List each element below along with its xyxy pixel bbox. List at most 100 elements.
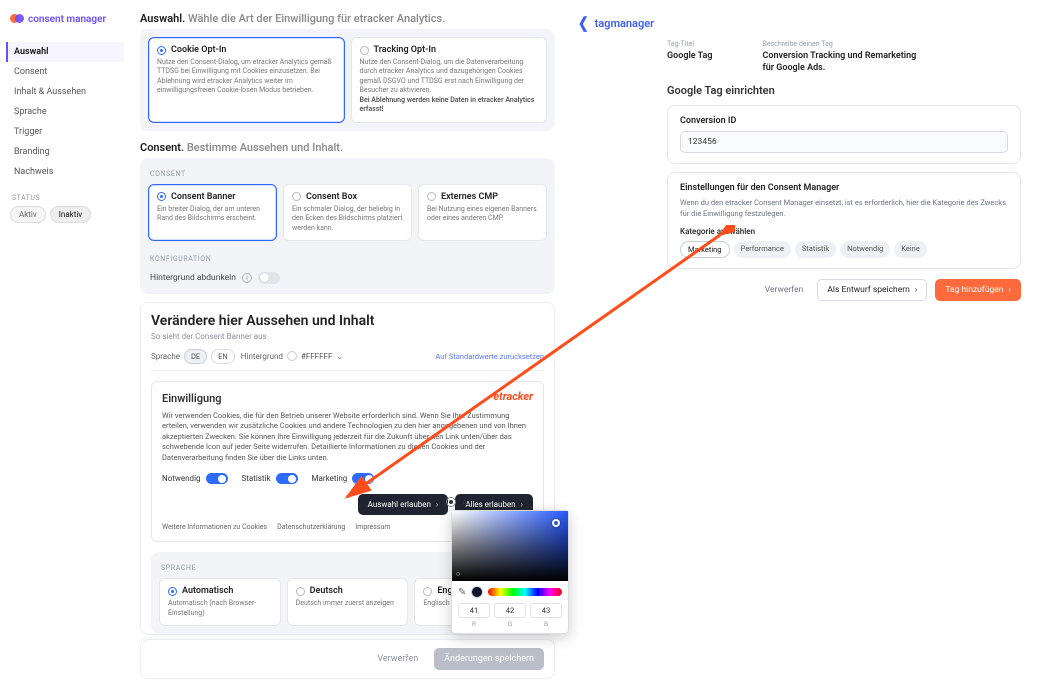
tm-logo-text: tagmanager xyxy=(595,17,655,30)
radio-icon xyxy=(427,192,436,201)
picker-r[interactable]: 41 xyxy=(458,603,490,618)
tg-necessary-label: Notwendig xyxy=(162,474,201,483)
nav-consent[interactable]: Consent xyxy=(6,62,124,82)
reset-link[interactable]: Auf Standardwerte zurücksetzen xyxy=(435,352,544,361)
card-desc: Nutze den Consent-Dialog, um die Datenve… xyxy=(360,58,539,115)
card-title: Deutsch xyxy=(310,586,343,596)
consent-title: Consent. Bestimme Aussehen und Inhalt. xyxy=(140,141,555,154)
banner-title: Einwilligung xyxy=(162,392,533,405)
editor-heading: Verändere hier Aussehen und Inhalt xyxy=(151,313,544,329)
tagmanager-panel: ❮ tagmanager Tag-Titel Google Tag Beschr… xyxy=(567,0,1039,350)
eyedropper-icon[interactable]: ✎ xyxy=(458,587,466,598)
lab-r: R xyxy=(458,620,490,628)
card-external-cmp[interactable]: Externes CMP Bei Nutzung eines eigenen B… xyxy=(418,184,547,241)
picker-b[interactable]: 43 xyxy=(530,603,562,618)
dim-label: Hintergrund abdunkeln xyxy=(150,273,236,283)
card-consent-box[interactable]: Consent Box Ein schmaler Dialog, der bel… xyxy=(283,184,412,241)
status-aktiv[interactable]: Aktiv xyxy=(10,206,46,223)
conversion-id-input[interactable] xyxy=(680,131,1008,153)
radio-icon xyxy=(360,46,369,55)
btn-label: Alles erlauben xyxy=(465,500,515,509)
tm-logo: ❮ tagmanager xyxy=(567,0,1039,40)
tm-save-draft[interactable]: Als Entwurf speichern› xyxy=(817,279,927,301)
tm-add-tag[interactable]: Tag hinzufügen› xyxy=(935,279,1021,301)
lang-de-card[interactable]: Deutsch Deutsch immer zuerst anzeigen xyxy=(287,578,409,626)
card-desc: Ein schmaler Dialog, der beliebig in den… xyxy=(292,205,403,233)
color-picker[interactable]: A ○ ✎ 41 42 43 R G B xyxy=(451,510,569,634)
picker-o-label: ○ xyxy=(456,570,460,578)
tg-marketing[interactable] xyxy=(352,473,374,484)
tg-statistik[interactable] xyxy=(276,473,298,484)
consent-title-sub: Bestimme Aussehen und Inhalt. xyxy=(187,141,343,154)
lab-g: G xyxy=(494,620,526,628)
dim-toggle[interactable] xyxy=(258,272,280,284)
card-tracking-optin[interactable]: Tracking Opt-In Nutze den Consent-Dialog… xyxy=(351,37,548,123)
nav-branding[interactable]: Branding xyxy=(6,142,124,162)
cm-logo-text: consent manager xyxy=(28,14,106,25)
chevron-down-icon[interactable]: ⌄ xyxy=(336,352,343,361)
hue-slider[interactable] xyxy=(488,588,562,596)
btn-allow-selection[interactable]: Auswahl erlauben› xyxy=(358,494,449,515)
chip-keine[interactable]: Keine xyxy=(894,241,927,258)
card-title: Cookie Opt-In xyxy=(171,45,226,55)
card-title: Consent Box xyxy=(306,192,357,202)
picker-handle-icon[interactable] xyxy=(552,519,560,527)
chip-statistik[interactable]: Statistik xyxy=(795,241,836,258)
cm-settings-note: Wenn du den etracker Consent Manager ein… xyxy=(680,198,1008,219)
card-desc: Nutze den Consent-Dialog, um etracker An… xyxy=(157,58,336,96)
btn-label: Als Entwurf speichern xyxy=(827,285,909,295)
banner-text: Wir verwenden Cookies, die für den Betri… xyxy=(162,411,533,464)
link-impressum[interactable]: Impressum xyxy=(355,523,390,531)
link-cookies[interactable]: Weitere Informationen zu Cookies xyxy=(162,523,267,531)
card-desc: Deutsch immer zuerst anzeigen xyxy=(296,599,400,608)
radio-a[interactable] xyxy=(446,497,456,507)
lang-de[interactable]: DE xyxy=(184,349,207,364)
chevron-right-icon: › xyxy=(1008,285,1011,295)
nav-sprache[interactable]: Sprache xyxy=(6,102,124,122)
tm-consent-card: Einstellungen für den Consent Manager We… xyxy=(667,172,1021,269)
radio-icon xyxy=(157,46,166,55)
status-pills: Aktiv Inaktiv xyxy=(6,206,124,223)
tm-conversion-card: Conversion ID xyxy=(667,105,1021,164)
chip-notwendig[interactable]: Notwendig xyxy=(840,241,890,258)
color-chip-icon[interactable] xyxy=(287,351,297,361)
info-icon[interactable]: i xyxy=(242,273,252,283)
cm-sidebar: consent manager Auswahl Consent Inhalt &… xyxy=(0,0,130,231)
status-inaktiv[interactable]: Inaktiv xyxy=(50,206,91,223)
radio-icon xyxy=(423,587,432,596)
btn-label: Auswahl erlauben xyxy=(368,500,431,509)
card-consent-banner[interactable]: Consent Banner Ein breiter Dialog, der a… xyxy=(148,184,277,241)
cm-logo: consent manager xyxy=(6,8,124,36)
chip-marketing[interactable]: Marketing xyxy=(680,241,730,258)
card-title: Externes CMP xyxy=(441,192,498,202)
tg-statistik-label: Statistik xyxy=(242,474,271,483)
arrow-right-icon: › xyxy=(521,500,523,509)
editor-sub: So sieht der Consent Banner aus xyxy=(151,332,544,341)
current-swatch-icon xyxy=(471,586,483,598)
nav-inhalt[interactable]: Inhalt & Aussehen xyxy=(6,82,124,102)
lang-label: Sprache xyxy=(151,352,180,361)
chip-performance[interactable]: Performance xyxy=(734,241,791,258)
banner-toggles: Notwendig Statistik Marketing xyxy=(162,473,533,484)
radio-icon xyxy=(296,587,305,596)
tg-marketing-label: Marketing xyxy=(312,474,348,483)
meta-desc-label: Beschreibe deinen Tag xyxy=(763,40,923,48)
tm-discard[interactable]: Verwerfen xyxy=(759,280,810,300)
picker-g[interactable]: 42 xyxy=(494,603,526,618)
card-cookie-optin[interactable]: Cookie Opt-In Nutze den Consent-Dialog, … xyxy=(148,37,345,123)
link-privacy[interactable]: Datenschutzerklärung xyxy=(277,523,345,531)
picker-a-label: A xyxy=(462,498,467,507)
picker-gradient[interactable]: ○ xyxy=(452,511,568,581)
btn-save-changes[interactable]: Änderungen speichern xyxy=(434,648,544,670)
editor-toolbar: Sprache DE EN Hintergrund #FFFFFF ⌄ Auf … xyxy=(151,349,544,371)
btn-discard[interactable]: Verwerfen xyxy=(369,648,426,670)
nav-trigger[interactable]: Trigger xyxy=(6,122,124,142)
nav-nachweis[interactable]: Nachweis xyxy=(6,162,124,182)
card-desc: Ein breiter Dialog, der am unteren Rand … xyxy=(157,205,268,224)
nav-auswahl[interactable]: Auswahl xyxy=(6,42,124,62)
tg-necessary[interactable] xyxy=(206,473,228,484)
radio-icon xyxy=(292,192,301,201)
lang-en[interactable]: EN xyxy=(211,349,235,364)
lang-auto[interactable]: Automatisch Automatisch (nach Browser-Ei… xyxy=(159,578,281,626)
card-desc-1: Nutze den Consent-Dialog, um die Datenve… xyxy=(360,58,525,94)
